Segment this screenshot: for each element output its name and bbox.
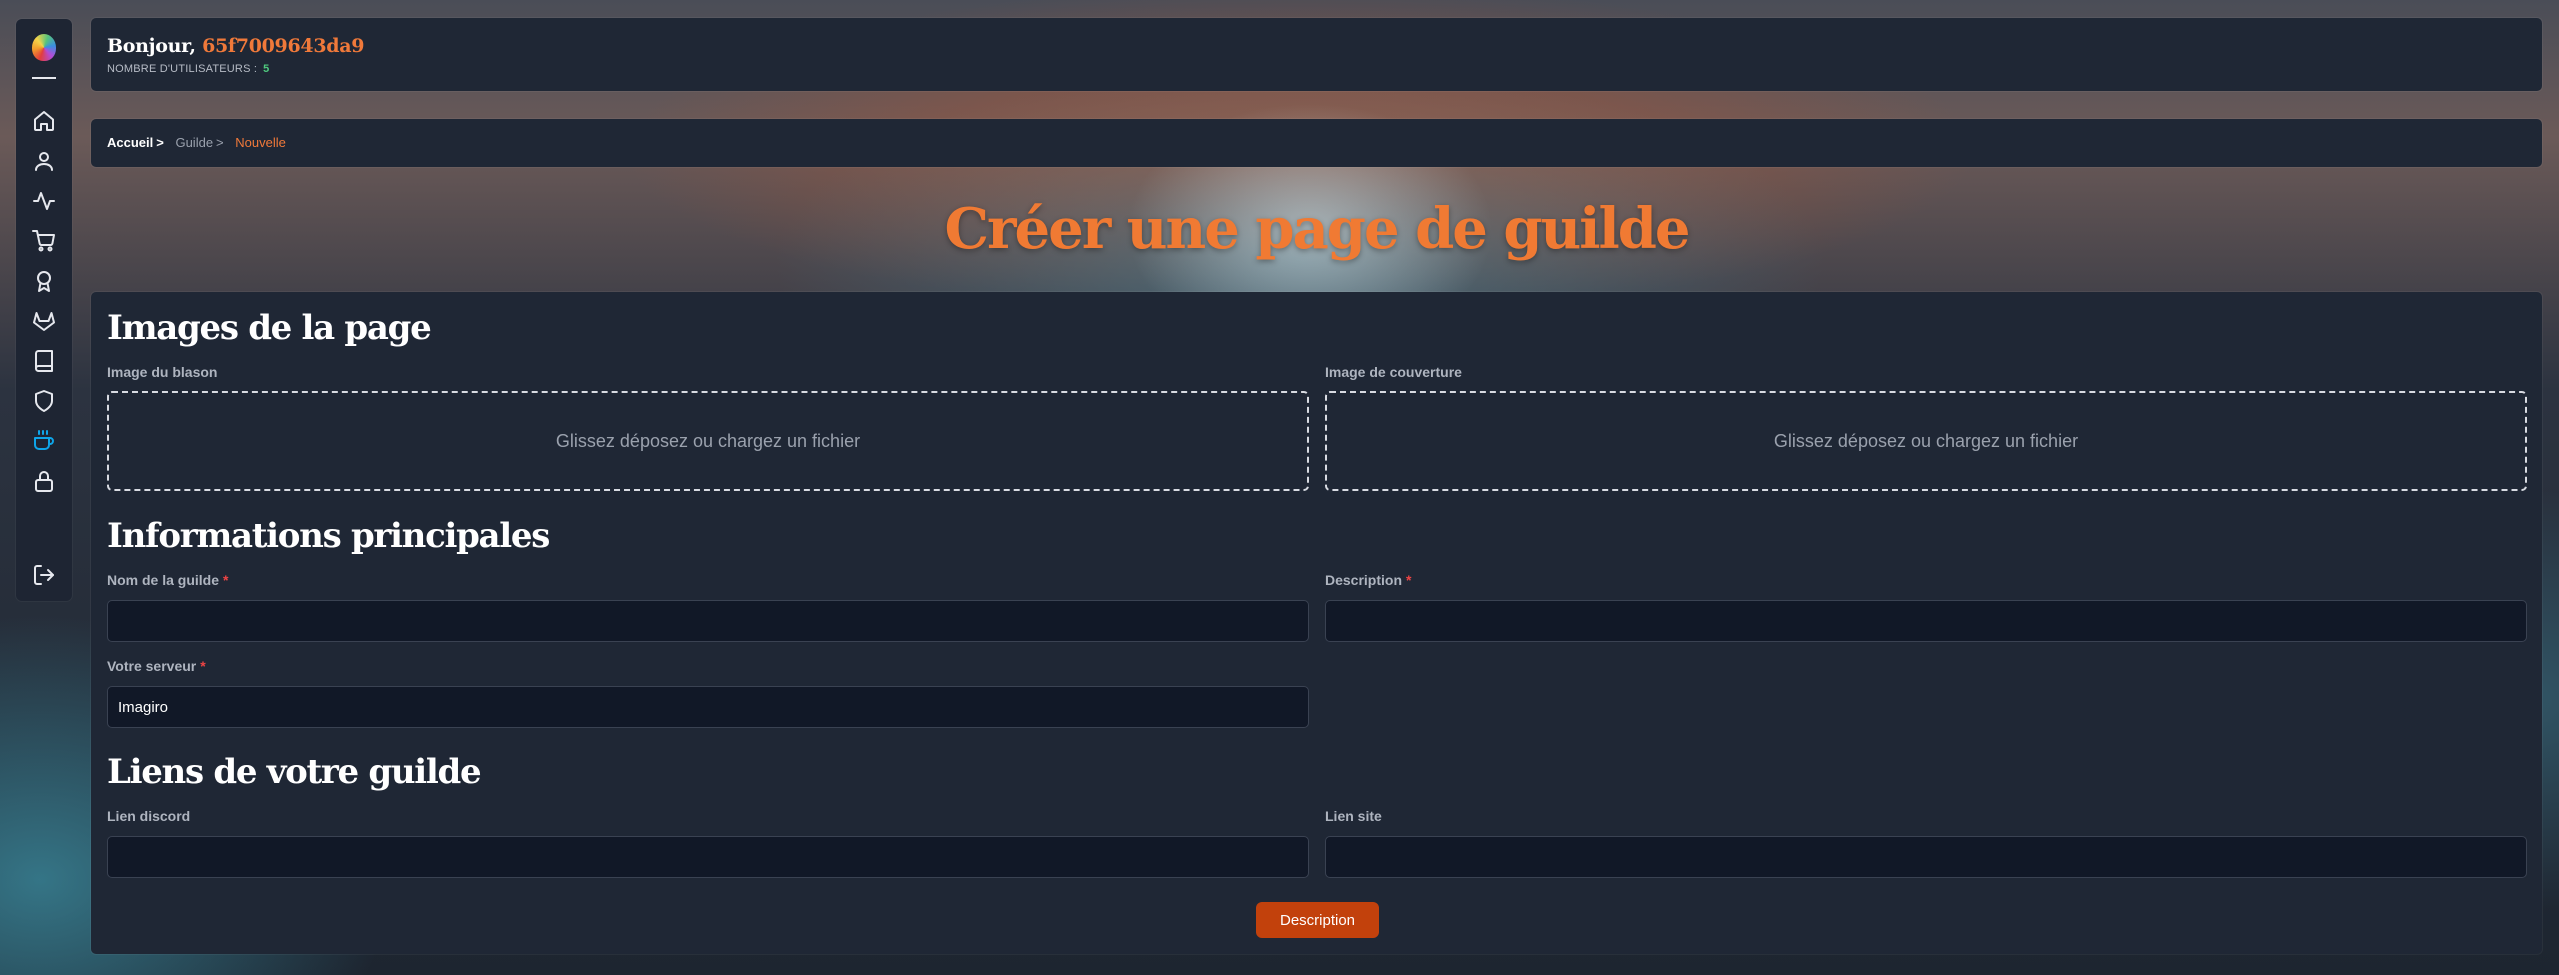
user-count-value: 5 [263, 63, 270, 75]
username: 65f7009643da9 [202, 35, 365, 57]
user-count-line: NOMBRE D'UTILISATEURS : 5 [107, 63, 269, 75]
breadcrumb-home[interactable]: Accueil [107, 135, 153, 150]
discord-label: Lien discord [107, 808, 191, 824]
activity-icon[interactable] [32, 189, 56, 213]
images-section-title: Images de la page [107, 308, 432, 348]
user-icon[interactable] [32, 149, 56, 173]
required-mark: * [223, 572, 229, 588]
user-count-label: NOMBRE D'UTILISATEURS : [107, 63, 258, 75]
sidebar [16, 19, 72, 601]
guild-form: Images de la page Image du blason Image … [91, 292, 2542, 954]
sidebar-divider [32, 77, 56, 79]
main-section-title: Informations principales [107, 516, 550, 556]
links-section-title: Liens de votre guilde [107, 752, 482, 792]
guild-name-label: Nom de la guilde * [107, 572, 228, 588]
breadcrumb: Accueil > Guilde > Nouvelle [91, 119, 2542, 167]
logout-icon[interactable] [32, 563, 56, 587]
description-field[interactable] [1325, 600, 2527, 642]
app-logo[interactable] [32, 34, 56, 61]
guild-name-label-text: Nom de la guilde [107, 572, 220, 588]
guild-name-field[interactable] [107, 600, 1309, 642]
award-icon[interactable] [32, 269, 56, 293]
site-link-field[interactable] [1325, 836, 2527, 878]
gitlab-icon[interactable] [32, 309, 56, 333]
description-label-text: Description [1325, 572, 1403, 588]
page-title: Créer une page de guilde [944, 196, 1690, 262]
cover-dropzone-text: Glissez déposez ou chargez un fichier [1773, 430, 2079, 451]
server-label-text: Votre serveur [107, 658, 197, 674]
crest-label: Image du blason [107, 364, 218, 380]
breadcrumb-separator: > [156, 135, 164, 150]
coffee-icon[interactable] [32, 429, 56, 453]
book-icon[interactable] [32, 349, 56, 373]
breadcrumb-separator: > [216, 135, 224, 150]
required-mark: * [200, 658, 206, 674]
description-label: Description * [1325, 572, 1411, 588]
required-mark: * [1406, 572, 1412, 588]
welcome-header: Bonjour, 65f7009643da9 NOMBRE D'UTILISAT… [91, 18, 2542, 91]
shield-icon[interactable] [32, 389, 56, 413]
site-label: Lien site [1325, 808, 1382, 824]
server-field[interactable] [107, 686, 1309, 728]
submit-button[interactable]: Description [1256, 902, 1379, 938]
greeting-text: Bonjour, [107, 35, 196, 57]
greeting: Bonjour, 65f7009643da9 [107, 35, 364, 57]
home-icon[interactable] [32, 109, 56, 133]
server-label: Votre serveur * [107, 658, 206, 674]
discord-link-field[interactable] [107, 836, 1309, 878]
breadcrumb-guild[interactable]: Guilde [175, 135, 213, 150]
cover-label: Image de couverture [1325, 364, 1462, 380]
crest-dropzone[interactable]: Glissez déposez ou chargez un fichier [107, 391, 1309, 491]
cart-icon[interactable] [32, 229, 56, 253]
crest-dropzone-text: Glissez déposez ou chargez un fichier [555, 430, 861, 451]
cover-dropzone[interactable]: Glissez déposez ou chargez un fichier [1325, 391, 2527, 491]
lock-icon[interactable] [32, 469, 56, 493]
breadcrumb-current: Nouvelle [235, 135, 286, 150]
